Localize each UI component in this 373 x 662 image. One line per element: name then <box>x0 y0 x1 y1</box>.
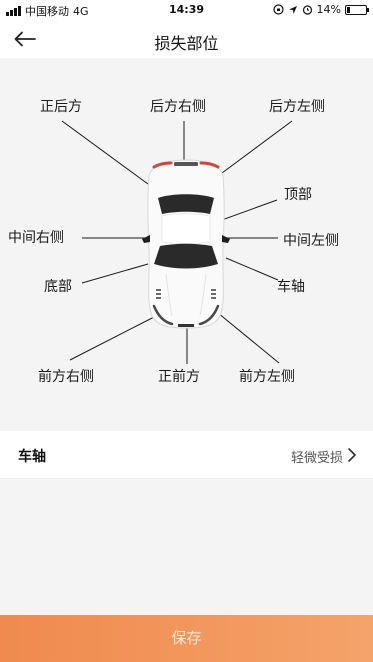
part-axle[interactable]: 车轴 <box>277 276 305 296</box>
part-middle-right[interactable]: 中间右侧 <box>8 227 64 247</box>
nav-bar: 损失部位 <box>0 20 373 58</box>
damage-selection-row[interactable]: 车轴 轻微受损 <box>0 431 373 479</box>
status-right: 14% <box>272 3 369 16</box>
car-illustration <box>142 159 230 329</box>
chevron-right-icon <box>348 448 356 462</box>
part-rear-center[interactable]: 正后方 <box>40 96 82 116</box>
part-front-right[interactable]: 前方右侧 <box>38 366 94 386</box>
alarm-icon <box>302 5 312 15</box>
part-front-left[interactable]: 前方左侧 <box>239 366 295 386</box>
battery-level <box>347 6 350 13</box>
page-title: 损失部位 <box>154 34 219 53</box>
save-button[interactable]: 保存 <box>0 615 373 662</box>
part-rear-right[interactable]: 后方右侧 <box>150 96 206 116</box>
arrow-left-icon <box>14 31 36 47</box>
back-button[interactable] <box>10 24 40 54</box>
part-middle-left[interactable]: 中间左侧 <box>283 230 339 250</box>
part-front-center[interactable]: 正前方 <box>158 366 200 386</box>
part-roof[interactable]: 顶部 <box>284 184 312 204</box>
rotation-lock-icon <box>272 4 284 15</box>
part-rear-left[interactable]: 后方左侧 <box>269 96 325 116</box>
damage-level-value: 轻微受损 <box>290 451 343 466</box>
damage-diagram: 正后方 后方右侧 后方左侧 顶部 中间右侧 中间左侧 底部 车轴 前方右侧 正前… <box>0 58 373 428</box>
location-icon <box>288 5 297 14</box>
status-bar: 中国移动 4G 14:39 14% <box>0 0 373 20</box>
selected-part-label: 车轴 <box>18 449 46 465</box>
battery-icon <box>345 4 369 15</box>
battery-percent: 14% <box>316 3 341 16</box>
part-bottom[interactable]: 底部 <box>44 276 72 296</box>
